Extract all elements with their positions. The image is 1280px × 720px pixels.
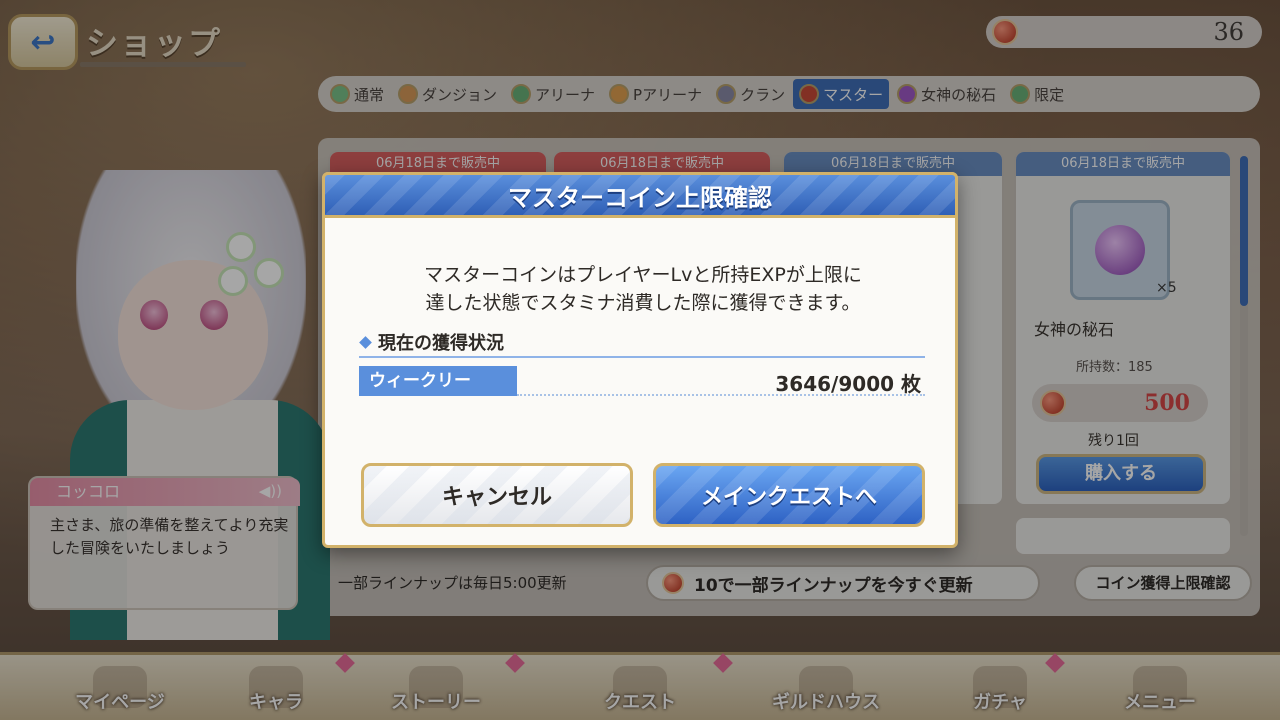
section-label: 現在の獲得状況 [378,333,504,354]
dialog-title: マスターコイン上限確認 [508,183,772,212]
dialog-description: マスターコインはプレイヤーLvと所持EXPが上限に 達した状態でスタミナ消費した… [345,261,941,317]
weekly-label: ウィークリー [359,366,517,396]
cancel-button[interactable]: キャンセル [361,463,633,527]
dialog-header: マスターコイン上限確認 [322,172,958,218]
section-divider [359,356,925,358]
dialog-description-line-1: マスターコインはプレイヤーLvと所持EXPが上限に [424,264,862,286]
main-quest-button[interactable]: メインクエストへ [653,463,925,527]
diamond-bullet-icon [359,335,372,349]
master-coin-cap-dialog: マスターコイン上限確認 マスターコインはプレイヤーLvと所持EXPが上限に 達し… [322,172,958,548]
row-dotted-divider [517,394,925,396]
acquisition-status-section: 現在の獲得状況 [359,329,504,355]
dialog-description-line-2: 達した状態でスタミナ消費した際に獲得できます。 [425,292,861,314]
weekly-coin-value: 3646/9000 枚 [775,372,921,396]
